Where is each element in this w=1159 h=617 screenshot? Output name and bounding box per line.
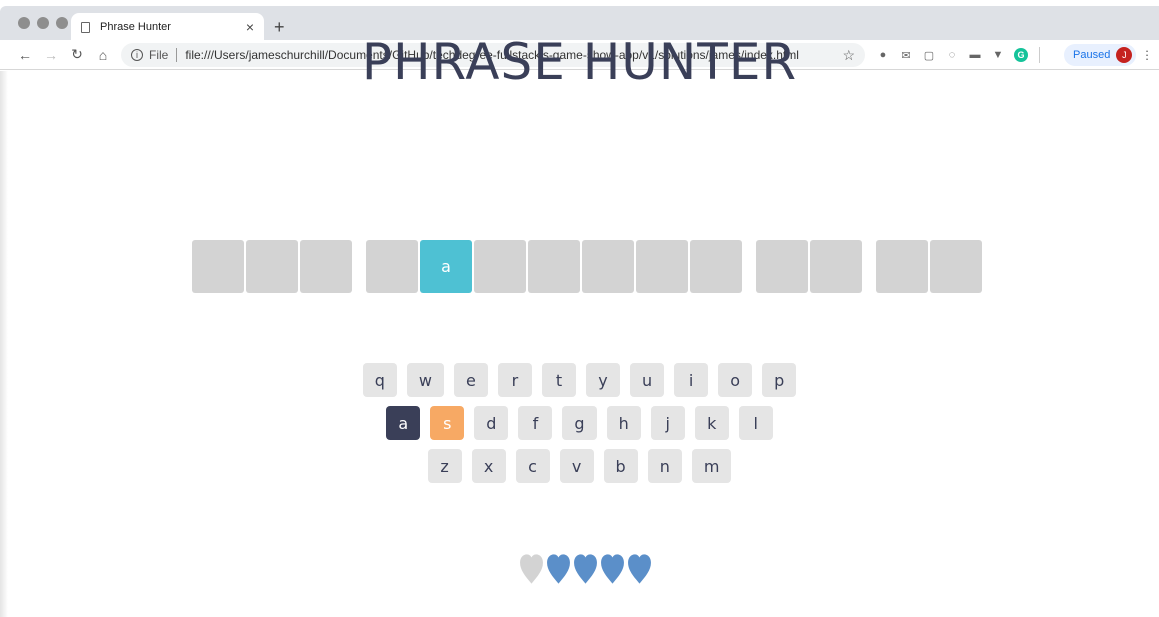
key-r[interactable]: r — [497, 363, 532, 397]
key-l[interactable]: l — [738, 406, 773, 440]
key-s[interactable]: s — [430, 406, 465, 440]
key-q[interactable]: q — [362, 363, 397, 397]
key-t[interactable]: t — [541, 363, 576, 397]
key-z[interactable]: z — [427, 449, 462, 483]
key-n[interactable]: n — [647, 449, 682, 483]
key-e[interactable]: e — [453, 363, 488, 397]
key-x[interactable]: x — [471, 449, 506, 483]
phrase-word — [192, 240, 352, 293]
letter-tile-hidden — [528, 240, 580, 293]
key-d[interactable]: d — [474, 406, 509, 440]
live-heart-icon — [628, 554, 651, 584]
close-window-button[interactable] — [18, 17, 30, 29]
key-y[interactable]: y — [585, 363, 620, 397]
key-m[interactable]: m — [691, 449, 732, 483]
letter-tile-hidden — [474, 240, 526, 293]
key-o[interactable]: o — [718, 363, 753, 397]
phrase-word — [876, 240, 982, 293]
live-heart-icon — [601, 554, 624, 584]
letter-tile-hidden — [582, 240, 634, 293]
lost-heart-icon — [520, 554, 543, 584]
key-u[interactable]: u — [629, 363, 665, 397]
key-i[interactable]: i — [674, 363, 709, 397]
keyboard-row: zxcvbnm — [0, 449, 1159, 483]
letter-tile-hidden — [756, 240, 808, 293]
onscreen-keyboard: qwertyuiop asdfghjkl zxcvbnm — [0, 363, 1159, 492]
letter-tile-hidden — [300, 240, 352, 293]
key-w[interactable]: w — [406, 363, 444, 397]
letter-tile-hidden — [192, 240, 244, 293]
key-p[interactable]: p — [762, 363, 797, 397]
live-heart-icon — [547, 554, 570, 584]
keyboard-row: qwertyuiop — [0, 363, 1159, 397]
live-heart-icon — [574, 554, 597, 584]
phrase-word: a — [366, 240, 742, 293]
letter-tile-hidden — [930, 240, 982, 293]
key-c[interactable]: c — [515, 449, 550, 483]
key-v[interactable]: v — [559, 449, 594, 483]
minimize-window-button[interactable] — [37, 17, 49, 29]
tab-title: Phrase Hunter — [100, 21, 171, 33]
page-title: PHRASE HUNTER — [361, 33, 798, 91]
key-k[interactable]: k — [694, 406, 729, 440]
letter-tile-revealed: a — [420, 240, 472, 293]
letter-tile-hidden — [810, 240, 862, 293]
key-g[interactable]: g — [562, 406, 597, 440]
maximize-window-button[interactable] — [56, 17, 68, 29]
page-content — [8, 71, 1159, 617]
phrase-word — [756, 240, 862, 293]
key-f[interactable]: f — [518, 406, 553, 440]
letter-tile-hidden — [366, 240, 418, 293]
letter-tile-hidden — [636, 240, 688, 293]
key-j[interactable]: j — [650, 406, 685, 440]
phrase-board: a — [192, 240, 982, 293]
page-icon — [81, 21, 90, 33]
letter-tile-hidden — [246, 240, 298, 293]
key-h[interactable]: h — [606, 406, 641, 440]
page-left-edge — [0, 71, 8, 617]
key-b[interactable]: b — [603, 449, 638, 483]
keyboard-row: asdfghjkl — [0, 406, 1159, 440]
letter-tile-hidden — [690, 240, 742, 293]
scoreboard — [519, 553, 652, 585]
letter-tile-hidden — [876, 240, 928, 293]
key-a[interactable]: a — [386, 406, 421, 440]
window-controls — [18, 17, 68, 29]
